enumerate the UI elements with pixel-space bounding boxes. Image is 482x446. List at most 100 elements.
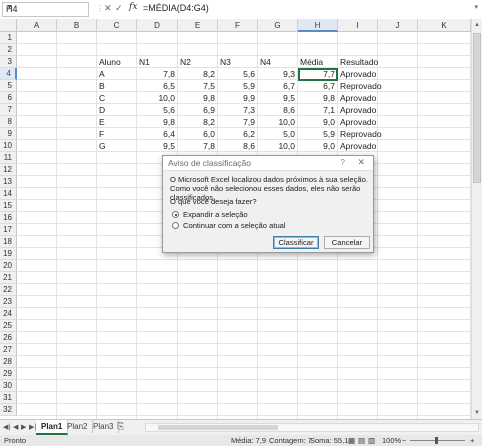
row-header-4[interactable]: 4 <box>0 68 17 80</box>
vertical-scrollbar[interactable]: ▲ ▼ <box>471 19 482 419</box>
column-header-k[interactable]: K <box>418 19 471 32</box>
option-expand-selection[interactable]: Expandir a seleção <box>172 210 248 219</box>
new-sheet-icon[interactable]: ⎘ <box>117 421 124 432</box>
table-cell[interactable]: 10,0 <box>137 92 178 104</box>
table-cell[interactable]: 5,0 <box>258 128 298 140</box>
next-sheet-icon[interactable]: ▶ <box>21 423 26 431</box>
table-cell[interactable]: 8,6 <box>258 104 298 116</box>
zoom-out-icon[interactable]: − <box>402 435 406 446</box>
first-sheet-icon[interactable]: ◀| <box>3 423 10 431</box>
zoom-level[interactable]: 100% <box>382 435 401 446</box>
row-header-16[interactable]: 16 <box>0 212 17 224</box>
row-header-19[interactable]: 19 <box>0 248 17 260</box>
row-header-32[interactable]: 32 <box>0 404 17 416</box>
row-header-12[interactable]: 12 <box>0 164 17 176</box>
table-cell[interactable]: 9,8 <box>178 92 218 104</box>
table-cell[interactable]: 9,0 <box>298 140 338 152</box>
table-cell[interactable]: 7,9 <box>218 116 258 128</box>
table-cell[interactable]: 5,9 <box>218 80 258 92</box>
row-header-2[interactable]: 2 <box>0 44 17 56</box>
cancel-button[interactable]: Cancelar <box>324 236 370 249</box>
radio-selected-icon[interactable] <box>172 211 179 218</box>
table-cell[interactable]: 7,1 <box>298 104 338 116</box>
table-cell[interactable]: 5,9 <box>298 128 338 140</box>
table-header-cell[interactable]: N2 <box>178 56 220 68</box>
table-cell[interactable]: 10,0 <box>258 140 298 152</box>
row-header-13[interactable]: 13 <box>0 176 17 188</box>
table-cell[interactable]: 6,9 <box>178 104 218 116</box>
active-cell-selection[interactable] <box>298 68 338 81</box>
row-header-22[interactable]: 22 <box>0 284 17 296</box>
row-header-26[interactable]: 26 <box>0 332 17 344</box>
column-header-a[interactable]: A <box>17 19 57 32</box>
enter-icon[interactable]: ✓ <box>115 3 123 14</box>
row-header-5[interactable]: 5 <box>0 80 17 92</box>
row-header-28[interactable]: 28 <box>0 356 17 368</box>
row-header-3[interactable]: 3 <box>0 56 17 68</box>
scroll-down-icon[interactable]: ▼ <box>472 408 482 418</box>
column-header-d[interactable]: D <box>137 19 178 32</box>
row-header-18[interactable]: 18 <box>0 236 17 248</box>
row-header-10[interactable]: 10 <box>0 140 17 152</box>
table-cell[interactable]: 9,5 <box>137 140 178 152</box>
name-box[interactable]: H4 ▼ <box>2 2 89 17</box>
close-icon[interactable]: ✕ <box>357 157 365 168</box>
row-header-9[interactable]: 9 <box>0 128 17 140</box>
row-header-8[interactable]: 8 <box>0 116 17 128</box>
table-cell[interactable]: 9,0 <box>298 116 338 128</box>
zoom-slider-thumb[interactable] <box>435 437 438 444</box>
scroll-up-icon[interactable]: ▲ <box>472 20 482 30</box>
table-cell[interactable]: G <box>97 140 139 152</box>
table-cell[interactable]: 6,7 <box>298 80 338 92</box>
classify-button[interactable]: Classificar <box>273 236 319 249</box>
table-cell[interactable]: Reprovado <box>338 80 384 92</box>
sheet-tab-plan3[interactable]: Plan3 <box>88 420 120 433</box>
select-all-corner[interactable] <box>0 19 17 32</box>
table-cell[interactable]: E <box>97 116 139 128</box>
horizontal-scrollbar[interactable] <box>145 423 479 432</box>
row-header-31[interactable]: 31 <box>0 392 17 404</box>
table-cell[interactable]: 5,6 <box>137 104 178 116</box>
table-header-cell[interactable]: N4 <box>258 56 300 68</box>
row-header-14[interactable]: 14 <box>0 188 17 200</box>
table-cell[interactable]: 7,5 <box>178 80 218 92</box>
option-continue-selection[interactable]: Continuar com a seleção atual <box>172 221 286 230</box>
row-header-24[interactable]: 24 <box>0 308 17 320</box>
row-header-15[interactable]: 15 <box>0 200 17 212</box>
formula-input[interactable]: =MÉDIA(D4:G4) <box>143 3 209 13</box>
table-cell[interactable]: 8,2 <box>178 116 218 128</box>
table-cell[interactable]: A <box>97 68 139 80</box>
table-header-cell[interactable]: N1 <box>137 56 180 68</box>
column-header-f[interactable]: F <box>218 19 258 32</box>
scroll-thumb[interactable] <box>473 33 481 183</box>
horizontal-scroll-thumb[interactable] <box>158 425 278 430</box>
row-header-17[interactable]: 17 <box>0 224 17 236</box>
row-header-1[interactable]: 1 <box>0 32 17 44</box>
table-cell[interactable]: F <box>97 128 139 140</box>
column-header-i[interactable]: I <box>338 19 378 32</box>
radio-unselected-icon[interactable] <box>172 222 179 229</box>
help-icon[interactable]: ? <box>341 158 345 167</box>
column-header-c[interactable]: C <box>97 19 137 32</box>
expand-formula-bar-icon[interactable]: ▾ <box>474 3 478 11</box>
table-cell[interactable]: 9,9 <box>218 92 258 104</box>
table-header-cell[interactable]: Média <box>298 56 340 68</box>
table-header-cell[interactable]: Aluno <box>97 56 139 68</box>
column-header-g[interactable]: G <box>258 19 298 32</box>
table-cell[interactable]: 10,0 <box>258 116 298 128</box>
column-header-h[interactable]: H <box>298 19 338 32</box>
table-cell[interactable]: 9,3 <box>258 68 298 80</box>
table-cell[interactable]: 6,2 <box>218 128 258 140</box>
row-header-7[interactable]: 7 <box>0 104 17 116</box>
table-cell[interactable]: 9,8 <box>298 92 338 104</box>
page-break-icon[interactable]: ▥ <box>368 435 375 446</box>
normal-view-icon[interactable]: ▦ <box>348 435 355 446</box>
table-cell[interactable]: D <box>97 104 139 116</box>
column-header-b[interactable]: B <box>57 19 97 32</box>
table-cell[interactable]: 5,6 <box>218 68 258 80</box>
page-layout-icon[interactable]: ▤ <box>358 435 365 446</box>
row-header-6[interactable]: 6 <box>0 92 17 104</box>
table-cell[interactable]: 8,2 <box>178 68 218 80</box>
row-header-20[interactable]: 20 <box>0 260 17 272</box>
row-header-29[interactable]: 29 <box>0 368 17 380</box>
